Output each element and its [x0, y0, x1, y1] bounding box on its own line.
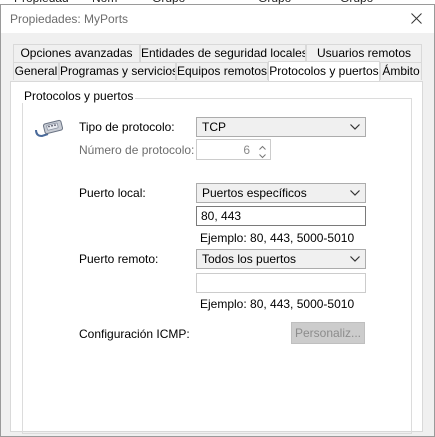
protocol-type-select[interactable]: TCP	[196, 117, 366, 137]
remote-port-input[interactable]	[196, 273, 366, 293]
window-title: Propiedades: MyPorts	[10, 12, 129, 26]
spin-up-icon[interactable]	[256, 141, 269, 150]
local-port-input[interactable]: 80, 443	[196, 206, 366, 226]
protocol-number-spinner[interactable]: 6	[196, 139, 271, 160]
protocol-type-label: Tipo de protocolo:	[79, 120, 175, 134]
remote-port-select[interactable]: Todos los puertos	[196, 249, 366, 269]
spinner-buttons[interactable]	[256, 141, 269, 159]
chevron-down-icon	[350, 124, 360, 130]
tab-usuarios-remotos[interactable]: Usuarios remotos	[306, 44, 422, 62]
close-button[interactable]	[400, 5, 434, 33]
local-port-label: Puerto local:	[79, 186, 146, 200]
protocol-type-value: TCP	[202, 120, 226, 134]
tab-equipos-remotos[interactable]: Equipos remotos	[176, 62, 268, 80]
remote-port-select-value: Todos los puertos	[202, 252, 297, 266]
local-port-select-value: Puertos específicos	[202, 186, 307, 200]
tab-opciones-avanzadas[interactable]: Opciones avanzadas	[13, 44, 140, 62]
title-bar: Propiedades: MyPorts	[1, 5, 434, 33]
tab-entidades-seguridad-locales[interactable]: Entidades de seguridad locales	[140, 44, 306, 62]
icmp-customize-button[interactable]: Personaliz...	[291, 322, 365, 344]
local-port-select[interactable]: Puertos específicos	[196, 183, 366, 203]
protocol-number-value: 6	[243, 143, 250, 157]
spin-down-icon[interactable]	[256, 149, 269, 159]
tab-protocolos-puertos[interactable]: Protocolos y puertos	[268, 61, 380, 81]
local-port-input-value: 80, 443	[201, 209, 242, 223]
remote-port-example: Ejemplo: 80, 443, 5000-5010	[200, 297, 355, 311]
network-cable-icon	[35, 119, 64, 138]
local-port-example: Ejemplo: 80, 443, 5000-5010	[200, 231, 355, 245]
tab-general[interactable]: General	[13, 62, 59, 80]
tab-programas-servicios[interactable]: Programas y servicios	[59, 62, 176, 80]
chevron-down-icon	[350, 256, 360, 262]
chevron-down-icon	[350, 190, 360, 196]
close-icon	[411, 13, 422, 24]
group-title: Protocolos y puertos	[22, 89, 136, 103]
remote-port-label: Puerto remoto:	[79, 252, 159, 266]
icmp-label: Configuración ICMP:	[79, 327, 190, 341]
protocol-number-label: Número de protocolo:	[79, 143, 195, 157]
tab-ambito[interactable]: Ámbito	[380, 62, 422, 80]
